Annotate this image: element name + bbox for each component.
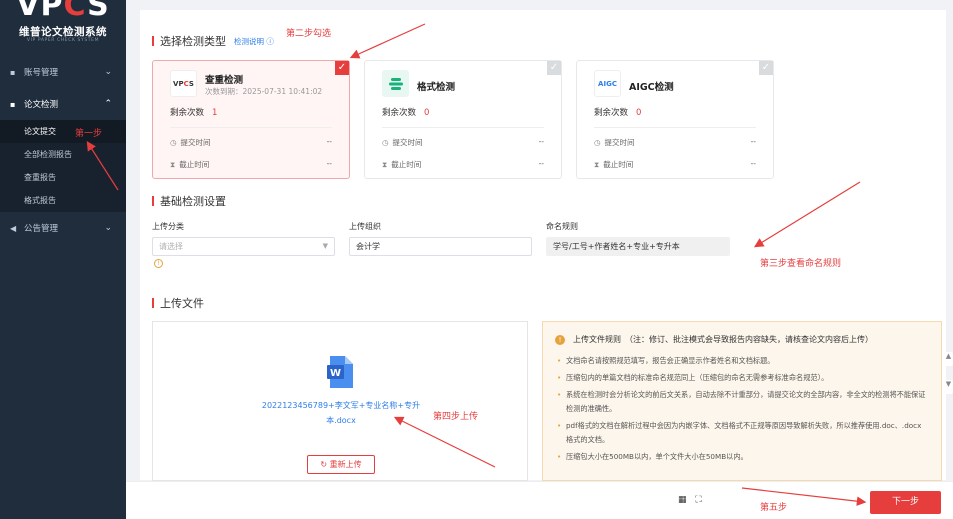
remain-count: 剩余次数 0 — [594, 108, 642, 118]
naming-label: 命名规则 — [546, 222, 578, 231]
fullscreen-icon[interactable]: ⛶ — [695, 495, 701, 505]
section-title: 选择检测类型 — [160, 35, 226, 48]
submit-time-row: ◷ 提交时间 -- — [594, 137, 756, 147]
svg-text:W: W — [330, 368, 341, 379]
chevron-up-icon: ⌃ — [104, 99, 112, 109]
category-label: 上传分类 — [152, 222, 184, 231]
deadline-row: ⧗ 截止时间 -- — [170, 159, 332, 169]
card-aigc-check[interactable]: ✓ AIGC AIGC检测 剩余次数 0 ◷ 提交时间 -- ⧗ 截止时间 -- — [576, 60, 774, 179]
checkbox-unchecked-icon[interactable]: ✓ — [547, 61, 561, 75]
chevron-down-icon: ⌄ — [104, 223, 112, 233]
naming-rule-field: 学号/工号+作者姓名+专业+专升本 — [546, 237, 730, 256]
logo-title: 维普论文检测系统 — [19, 26, 107, 38]
annotation-step2: 第二步勾选 — [286, 29, 332, 39]
question-icon: ⓘ — [266, 36, 274, 46]
scroll-up-icon[interactable]: ▲ — [944, 352, 953, 366]
help-link[interactable]: 检测说明 ⓘ — [234, 36, 274, 47]
submit-time-row: ◷ 提交时间 -- — [382, 137, 544, 147]
uploaded-file-name[interactable]: 2022123456789+李文军+专业名称+专升本.docx — [253, 398, 429, 428]
org-label: 上传组织 — [349, 222, 381, 231]
deadline-row: ⧗ 截止时间 -- — [594, 159, 756, 169]
submenu-format-report[interactable]: 格式报告 — [0, 189, 126, 212]
menu-account[interactable]: ▪ 账号管理 ⌄ — [0, 56, 126, 88]
annotation-step4: 第四步上传 — [433, 412, 479, 422]
format-check-icon — [382, 70, 409, 97]
megaphone-icon: ◀ — [10, 223, 17, 233]
rule-item: 压缩包内的单篇文档的标准命名规范同上（压缩包的命名无需参考标准命名规范）。 — [557, 371, 927, 385]
section-upload: 上传文件 — [152, 295, 204, 311]
aigc-logo-icon: AIGC — [594, 70, 621, 97]
annotation-step3: 第三步查看命名规则 — [760, 259, 842, 269]
vpcs-logo-icon: VPCS — [170, 70, 197, 97]
logo-mark: VPCS — [16, 0, 110, 23]
user-icon: ▪ — [10, 67, 16, 77]
remain-count: 剩余次数 0 — [382, 108, 430, 118]
sidebar: VPCS 维普论文检测系统 VIP PAPER CHECK SYSTEM ▪ 账… — [0, 0, 126, 519]
rule-item: 文档命名请按照规范填写，报告会正确显示作者姓名和文档标题。 — [557, 354, 927, 368]
clock-icon: ◷ — [594, 138, 601, 147]
submenu-paper-submit[interactable]: 论文提交 — [0, 120, 126, 143]
hourglass-icon: ⧗ — [170, 160, 176, 169]
deadline-row: ⧗ 截止时间 -- — [382, 159, 544, 169]
menu-paper-check[interactable]: ▪ 论文检测 ⌃ — [0, 88, 126, 120]
menu-announcement[interactable]: ◀ 公告管理 ⌄ — [0, 212, 126, 244]
menu-label: 账号管理 — [24, 68, 59, 78]
submit-time-row: ◷ 提交时间 -- — [170, 137, 332, 147]
bottom-bar: ▦ ⛶ 下一步 — [126, 481, 953, 519]
card-plagiarism-check[interactable]: ✓ VPCS 查重检测 次数到期：2025-07-31 10:41:02 剩余次… — [152, 60, 350, 179]
qr-code-icon[interactable]: ▦ — [678, 495, 687, 505]
annotation-step5: 第五步 — [760, 503, 788, 513]
word-file-icon: W — [327, 356, 353, 388]
checkbox-unchecked-icon[interactable]: ✓ — [759, 61, 773, 75]
reupload-button[interactable]: ↻ 重新上传 — [307, 455, 375, 474]
menu-label: 论文检测 — [24, 100, 59, 110]
clock-icon: ◷ — [170, 138, 177, 147]
clock-icon: ◷ — [382, 138, 389, 147]
remain-count: 剩余次数 1 — [170, 108, 218, 118]
card-expire: 次数到期：2025-07-31 10:41:02 — [205, 87, 323, 96]
logo-subtitle: VIP PAPER CHECK SYSTEM — [26, 38, 100, 43]
toolbar-icons: ▦ ⛶ — [678, 495, 702, 505]
card-name: 查重检测 — [205, 75, 244, 86]
logo: VPCS 维普论文检测系统 VIP PAPER CHECK SYSTEM — [0, 0, 126, 56]
chevron-down-icon: ⌄ — [104, 67, 112, 77]
checkbox-checked-icon[interactable]: ✓ — [335, 61, 349, 75]
content-panel: 选择检测类型 检测说明 ⓘ ✓ VPCS 查重检测 次数到期：2025-07-3… — [140, 10, 946, 481]
upload-dropzone[interactable]: W 2022123456789+李文军+专业名称+专升本.docx ↻ 重新上传 — [152, 321, 528, 481]
submenu-all-reports[interactable]: 全部检测报告 — [0, 143, 126, 166]
card-format-check[interactable]: ✓ 格式检测 剩余次数 0 ◷ 提交时间 -- ⧗ 截止时间 -- — [364, 60, 562, 179]
document-icon: ▪ — [10, 99, 16, 109]
rule-item: pdf格式的文档在解析过程中会因为内嵌字体、文档格式不正规等原因导致解析失败，所… — [557, 419, 927, 447]
category-select[interactable]: 请选择 ▼ — [152, 237, 335, 256]
rule-item: 压缩包大小在500MB以内，单个文件大小在50MB以内。 — [557, 450, 927, 464]
next-step-button[interactable]: 下一步 — [870, 491, 941, 514]
warning-icon: ! — [154, 259, 163, 268]
menu-label: 公告管理 — [24, 224, 59, 234]
org-field[interactable]: 会计学 — [349, 237, 532, 256]
card-name: AIGC检测 — [629, 82, 674, 93]
hourglass-icon: ⧗ — [382, 160, 388, 169]
submenu-dup-report[interactable]: 查重报告 — [0, 166, 126, 189]
rules-list: 文档命名请按照规范填写，报告会正确显示作者姓名和文档标题。 压缩包内的单篇文档的… — [557, 354, 927, 467]
section-check-type: 选择检测类型 检测说明 ⓘ — [152, 33, 274, 49]
section-title: 基础检测设置 — [160, 195, 226, 208]
warning-icon: ! — [555, 334, 565, 345]
hourglass-icon: ⧗ — [594, 160, 600, 169]
rule-item: 系统在检测时会分析论文的前后文关系，自动去除不计重部分，请提交论文的全部内容，非… — [557, 388, 927, 416]
caret-down-icon: ▼ — [322, 242, 328, 250]
upload-rules-box: ! 上传文件规则 （注：修订、批注模式会导致报告内容缺失，请核查论文内容后上传） … — [542, 321, 942, 481]
rules-heading: ! 上传文件规则 （注：修订、批注模式会导致报告内容缺失，请核查论文内容后上传） — [555, 334, 873, 345]
section-title: 上传文件 — [160, 297, 204, 310]
card-name: 格式检测 — [417, 82, 456, 93]
refresh-icon: ↻ — [320, 460, 328, 469]
annotation-step1: 第一步 — [75, 129, 103, 139]
section-basic-settings: 基础检测设置 — [152, 193, 226, 209]
scroll-down-icon[interactable]: ▼ — [944, 380, 953, 394]
